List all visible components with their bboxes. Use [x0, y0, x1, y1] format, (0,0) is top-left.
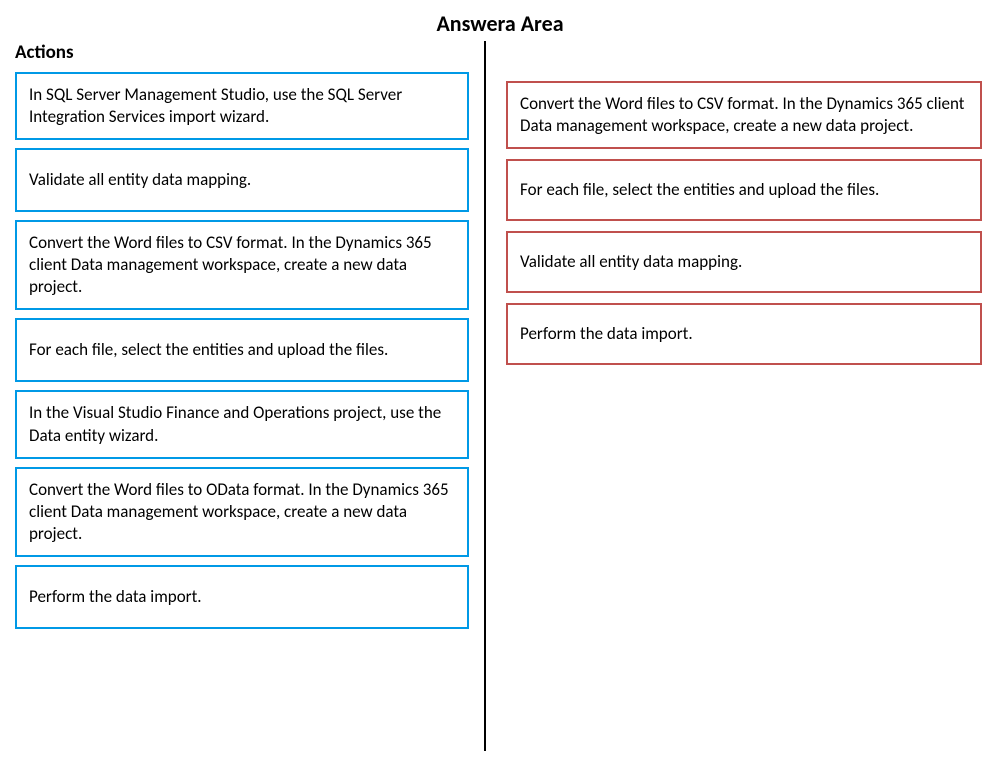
action-item-text: Convert the Word files to CSV format. In… — [29, 232, 455, 298]
actions-heading: Actions — [15, 41, 469, 64]
action-item[interactable]: Perform the data import. — [15, 565, 469, 629]
action-item[interactable]: Convert the Word files to OData format. … — [15, 467, 469, 557]
answer-item[interactable]: Convert the Word files to CSV format. In… — [506, 81, 982, 149]
action-item-text: Validate all entity data mapping. — [29, 169, 251, 191]
action-item-text: For each file, select the entities and u… — [29, 339, 388, 361]
action-item[interactable]: In the Visual Studio Finance and Operati… — [15, 390, 469, 458]
answer-item-text: Perform the data import. — [520, 323, 693, 345]
action-item-text: Perform the data import. — [29, 586, 202, 608]
answer-column: Convert the Word files to CSV format. In… — [486, 41, 1000, 761]
action-item[interactable]: Convert the Word files to CSV format. In… — [15, 220, 469, 310]
columns-container: Actions In SQL Server Management Studio,… — [0, 41, 1000, 761]
actions-column: Actions In SQL Server Management Studio,… — [0, 41, 484, 761]
action-item[interactable]: For each file, select the entities and u… — [15, 318, 469, 382]
action-item-text: In SQL Server Management Studio, use the… — [29, 84, 455, 128]
answer-item[interactable]: Validate all entity data mapping. — [506, 231, 982, 293]
answer-item-text: Validate all entity data mapping. — [520, 251, 742, 273]
action-item-text: Convert the Word files to OData format. … — [29, 479, 455, 545]
action-item[interactable]: In SQL Server Management Studio, use the… — [15, 72, 469, 140]
action-item-text: In the Visual Studio Finance and Operati… — [29, 402, 455, 446]
answer-item-text: For each file, select the entities and u… — [520, 179, 879, 201]
action-item[interactable]: Validate all entity data mapping. — [15, 148, 469, 212]
page-title: Answera Area — [0, 0, 1000, 41]
answer-item[interactable]: Perform the data import. — [506, 303, 982, 365]
answer-item-text: Convert the Word files to CSV format. In… — [520, 93, 968, 137]
answer-item[interactable]: For each file, select the entities and u… — [506, 159, 982, 221]
